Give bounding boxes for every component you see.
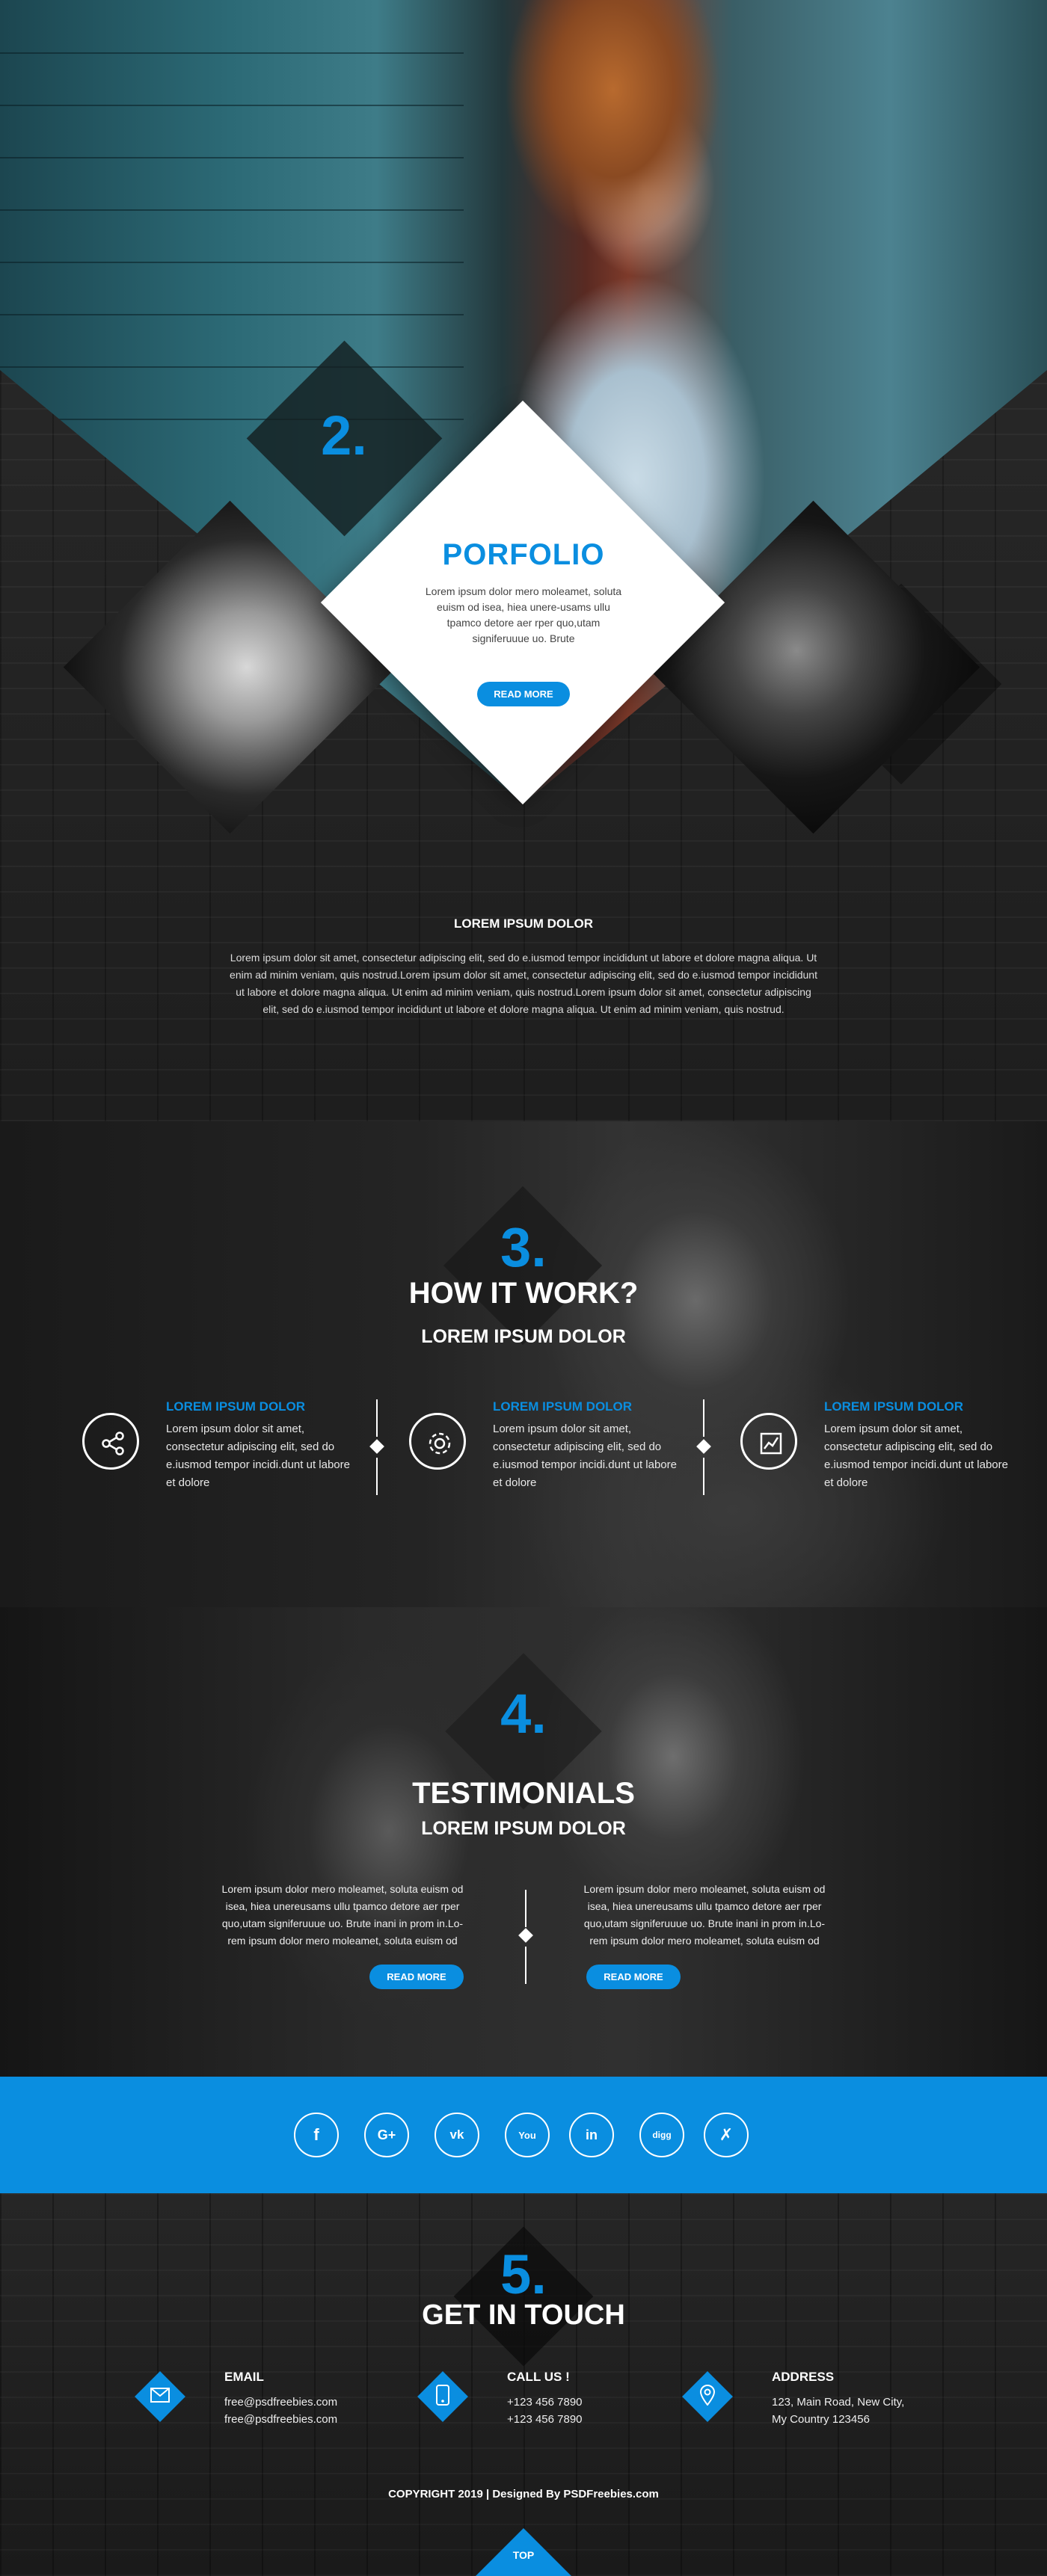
step-title: LOREM IPSUM DOLOR xyxy=(824,1399,964,1414)
portfolio-title: PORFOLIO xyxy=(442,538,605,571)
section-number: 4. xyxy=(500,1683,547,1745)
linkedin-icon[interactable]: in xyxy=(569,2113,614,2157)
divider-diamond xyxy=(696,1439,711,1454)
mail-icon xyxy=(145,2380,175,2410)
testimonial-text: Lorem ipsum dolor mero moleamet, soluta … xyxy=(583,1883,826,1947)
testimonial-text: Lorem ipsum dolor mero moleamet, soluta … xyxy=(221,1883,464,1947)
step-text: Lorem ipsum dolor sit amet, consectetur … xyxy=(824,1423,1008,1489)
phone-icon xyxy=(428,2380,458,2410)
read-more-button[interactable]: READ MORE xyxy=(369,1965,464,1989)
section-number: 5. xyxy=(500,2243,547,2305)
section-number: 3. xyxy=(500,1216,547,1278)
youtube-icon[interactable]: You xyxy=(505,2113,550,2157)
social-bar: f G+ vk You in digg ✗ xyxy=(0,2077,1047,2193)
xing-icon[interactable]: ✗ xyxy=(704,2113,749,2157)
back-to-top-label[interactable]: TOP xyxy=(471,2549,576,2561)
step-text: Lorem ipsum dolor sit amet, consectetur … xyxy=(493,1423,677,1489)
read-more-button[interactable]: READ MORE xyxy=(586,1965,681,1989)
how-title: HOW IT WORK? xyxy=(408,1277,639,1310)
contact-title: GET IN TOUCH xyxy=(422,2299,625,2331)
facebook-icon[interactable]: f xyxy=(294,2113,339,2157)
chart-icon xyxy=(740,1413,797,1470)
testimonials-subtitle: LOREM IPSUM DOLOR xyxy=(421,1818,626,1839)
testimonials-title: TESTIMONIALS xyxy=(412,1777,635,1810)
contact-label: CALL US ! xyxy=(507,2370,570,2384)
contact-label: ADDRESS xyxy=(772,2370,835,2384)
vk-icon[interactable]: vk xyxy=(435,2113,479,2157)
map-pin-icon xyxy=(693,2380,722,2410)
about-text: Lorem ipsum dolor sit amet, consectetur … xyxy=(230,952,817,1015)
contact-label: EMAIL xyxy=(224,2370,264,2384)
contact-value[interactable]: +123 456 7890 +123 456 7890 xyxy=(507,2394,583,2428)
contact-section: 5. GET IN TOUCH EMAIL free@psdfreebies.c… xyxy=(0,2193,1047,2576)
how-it-works-section: 3. HOW IT WORK? LOREM IPSUM DOLOR LOREM … xyxy=(0,1121,1047,1607)
gear-icon xyxy=(409,1413,466,1470)
divider xyxy=(703,1399,704,1437)
testimonials-section: 4. TESTIMONIALS LOREM IPSUM DOLOR Lorem … xyxy=(0,1607,1047,2077)
step-title: LOREM IPSUM DOLOR xyxy=(493,1399,633,1414)
divider xyxy=(525,1890,526,1927)
contact-value: 123, Main Road, New City, My Country 1234… xyxy=(772,2396,905,2426)
portfolio-section: 2. PORFOLIO Lorem ipsum dolor mero molea… xyxy=(0,0,1047,1121)
section-number: 2. xyxy=(321,404,367,466)
divider xyxy=(525,1947,526,1984)
about-title: LOREM IPSUM DOLOR xyxy=(453,916,594,931)
share-icon xyxy=(82,1413,139,1470)
read-more-button[interactable]: READ MORE xyxy=(477,682,570,706)
divider-diamond xyxy=(518,1928,533,1943)
divider xyxy=(376,1399,378,1437)
portfolio-card: PORFOLIO Lorem ipsum dolor mero moleamet… xyxy=(389,538,658,647)
divider-diamond xyxy=(369,1439,384,1454)
digg-icon[interactable]: digg xyxy=(639,2113,684,2157)
contact-value[interactable]: free@psdfreebies.com free@psdfreebies.com xyxy=(224,2394,337,2428)
divider xyxy=(703,1458,704,1495)
divider xyxy=(376,1458,378,1495)
google-plus-icon[interactable]: G+ xyxy=(364,2113,409,2157)
portfolio-text: Lorem ipsum dolor mero moleamet, soluta … xyxy=(425,585,622,644)
how-subtitle: LOREM IPSUM DOLOR xyxy=(421,1326,626,1347)
copyright-text: COPYRIGHT 2019 | Designed By PSDFreebies… xyxy=(388,2488,659,2500)
step-title: LOREM IPSUM DOLOR xyxy=(166,1399,306,1414)
step-text: Lorem ipsum dolor sit amet, consectetur … xyxy=(166,1423,350,1489)
